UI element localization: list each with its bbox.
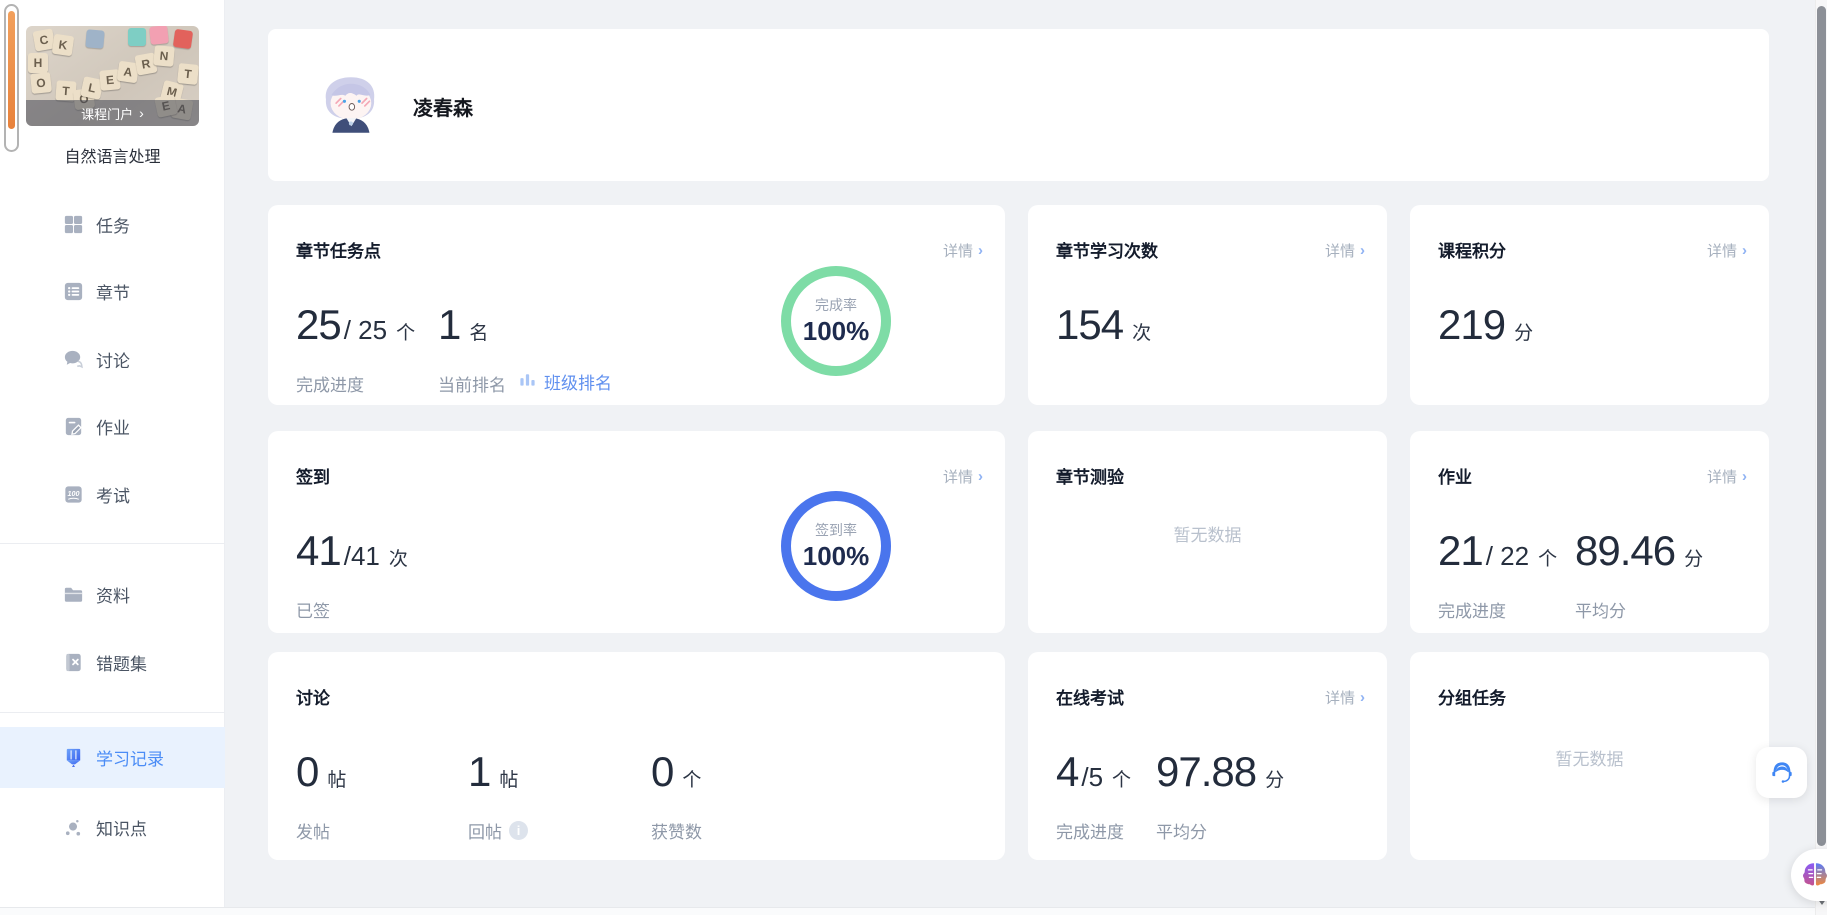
- card-title: 签到: [296, 468, 330, 487]
- detail-link[interactable]: 详情 ›: [1325, 240, 1365, 261]
- stat-course-points: 219 分: [1438, 301, 1534, 348]
- sign-in-ring: 签到率 100%: [781, 491, 891, 601]
- card-homework: 作业 详情 › 21/ 22 个 完成进度 89.46 分 平均分: [1410, 431, 1769, 633]
- user-header-card: 凌春森: [268, 29, 1769, 181]
- sidebar-item-discussion[interactable]: 讨论: [0, 335, 225, 383]
- sidebar-item-materials[interactable]: 资料: [0, 570, 225, 618]
- class-rank-link[interactable]: 班级排名: [518, 369, 612, 394]
- sidebar-item-homework[interactable]: 作业: [0, 402, 225, 450]
- scrabble-tile: H: [28, 53, 48, 73]
- stat-posts: 0帖 发帖: [296, 748, 347, 842]
- card-title: 章节测验: [1056, 468, 1124, 487]
- stat-rank: 1名 当前排名: [438, 301, 506, 395]
- stat-progress: 25/ 25 个 完成进度: [296, 301, 416, 395]
- ai-assistant-button[interactable]: [1791, 849, 1827, 901]
- chevron-right-icon: ›: [978, 242, 983, 259]
- headset-person-icon: [1771, 761, 1792, 783]
- sidebar-item-exam[interactable]: 100 考试: [0, 470, 225, 518]
- sidebar-item-wrong-questions[interactable]: 错题集: [0, 638, 225, 686]
- card-title: 章节学习次数: [1056, 242, 1158, 261]
- sidebar-item-knowledge-points[interactable]: 知识点: [0, 803, 225, 851]
- svg-text:100: 100: [68, 490, 80, 498]
- course-title: 自然语言处理: [64, 149, 161, 166]
- chevron-right-icon: ›: [978, 468, 983, 485]
- customer-service-button[interactable]: [1756, 747, 1807, 798]
- detail-link[interactable]: 详情 ›: [943, 240, 983, 261]
- chevron-right-icon: ›: [139, 105, 144, 121]
- sidebar-item-tasks[interactable]: 任务: [0, 200, 225, 248]
- sidebar-divider: [0, 543, 225, 544]
- stat-study-count: 154 次: [1056, 301, 1152, 348]
- color-tile: [172, 28, 194, 50]
- sidebar-scrollbar-thumb[interactable]: [8, 11, 15, 129]
- sidebar-item-learning-record[interactable]: 学习记录: [0, 727, 225, 788]
- homework-pencil-icon: [62, 415, 85, 438]
- color-tile: [128, 28, 146, 46]
- sidebar-scrollbar[interactable]: [4, 4, 19, 152]
- card-chapter-tasks: 章节任务点 详情 › 25/ 25 个 完成进度 1名 当前排名 班级排名 完成率…: [268, 205, 1005, 405]
- sidebar: CKHOTOLEARNMATE 课程门户 › 自然语言处理 任务 章节 讨论 作…: [0, 0, 225, 915]
- detail-link[interactable]: 详情 ›: [1707, 466, 1747, 487]
- info-icon[interactable]: i: [509, 821, 528, 840]
- detail-link[interactable]: 详情 ›: [943, 466, 983, 487]
- bar-chart-icon: [518, 370, 537, 394]
- card-title: 课程积分: [1438, 242, 1506, 261]
- record-pen-icon: [62, 746, 85, 769]
- color-tile: [85, 29, 105, 49]
- brain-icon: [1803, 863, 1827, 886]
- detail-link[interactable]: 详情 ›: [1325, 687, 1365, 708]
- card-discussion: 讨论 0帖 发帖 1帖 回帖 i 0个 获赞数: [268, 652, 1005, 860]
- card-chapter-quiz: 章节测验 暂无数据: [1028, 431, 1387, 633]
- card-online-exam: 在线考试 详情 › 4/5 个 完成进度 97.88 分 平均分: [1028, 652, 1387, 860]
- vertical-scrollbar[interactable]: [1815, 0, 1827, 915]
- chat-bubbles-icon: [62, 348, 85, 371]
- stat-homework-average: 89.46 分 平均分: [1575, 527, 1704, 621]
- card-title: 在线考试: [1056, 689, 1124, 708]
- course-portal-banner[interactable]: CKHOTOLEARNMATE 课程门户 ›: [26, 26, 199, 126]
- stat-replies: 1帖 回帖 i: [468, 748, 528, 843]
- scrabble-tile: K: [51, 33, 75, 57]
- empty-state: 暂无数据: [1173, 525, 1242, 545]
- sidebar-divider: [0, 712, 225, 713]
- course-portal-link[interactable]: 课程门户 ›: [26, 100, 199, 126]
- sidebar-item-chapters[interactable]: 章节: [0, 267, 225, 315]
- card-course-points: 课程积分 详情 › 219 分: [1410, 205, 1769, 405]
- folder-icon: [62, 583, 85, 606]
- detail-link[interactable]: 详情 ›: [1707, 240, 1747, 261]
- card-study-count: 章节学习次数 详情 › 154 次: [1028, 205, 1387, 405]
- chevron-right-icon: ›: [1742, 242, 1747, 259]
- grid-icon: [62, 213, 85, 236]
- scrollbar-thumb[interactable]: [1817, 6, 1826, 846]
- empty-state: 暂无数据: [1555, 749, 1624, 769]
- chevron-right-icon: ›: [1360, 689, 1365, 706]
- exam-score-icon: 100: [62, 483, 85, 506]
- card-sign-in: 签到 详情 › 41/41 次 已签 签到率 100%: [268, 431, 1005, 633]
- chevron-right-icon: ›: [1360, 242, 1365, 259]
- course-portal-label: 课程门户: [81, 106, 134, 122]
- card-group-tasks: 分组任务 暂无数据: [1410, 652, 1769, 860]
- wrongbook-x-icon: [62, 651, 85, 674]
- chapter-list-icon: [62, 280, 85, 303]
- card-title: 分组任务: [1438, 689, 1506, 708]
- chevron-right-icon: ›: [1742, 468, 1747, 485]
- stat-homework-progress: 21/ 22 个 完成进度: [1438, 527, 1558, 621]
- avatar: [313, 68, 387, 142]
- scrabble-tile: N: [153, 45, 175, 67]
- completion-ring: 完成率 100%: [781, 266, 891, 376]
- color-tile: [149, 26, 169, 45]
- stat-exam-progress: 4/5 个 完成进度: [1056, 748, 1132, 842]
- stat-exam-average: 97.88 分 平均分: [1156, 748, 1285, 842]
- knowledge-nodes-icon: [62, 816, 85, 839]
- stat-sign-in: 41/41 次 已签: [296, 527, 408, 621]
- scrabble-tile: T: [177, 63, 199, 85]
- stat-likes: 0个 获赞数: [651, 748, 702, 842]
- horizontal-scrollbar[interactable]: [0, 907, 1827, 915]
- scrabble-tile: O: [30, 72, 52, 94]
- user-name: 凌春森: [413, 98, 473, 120]
- card-title: 章节任务点: [296, 242, 381, 261]
- card-title: 作业: [1438, 468, 1472, 487]
- card-title: 讨论: [296, 689, 330, 708]
